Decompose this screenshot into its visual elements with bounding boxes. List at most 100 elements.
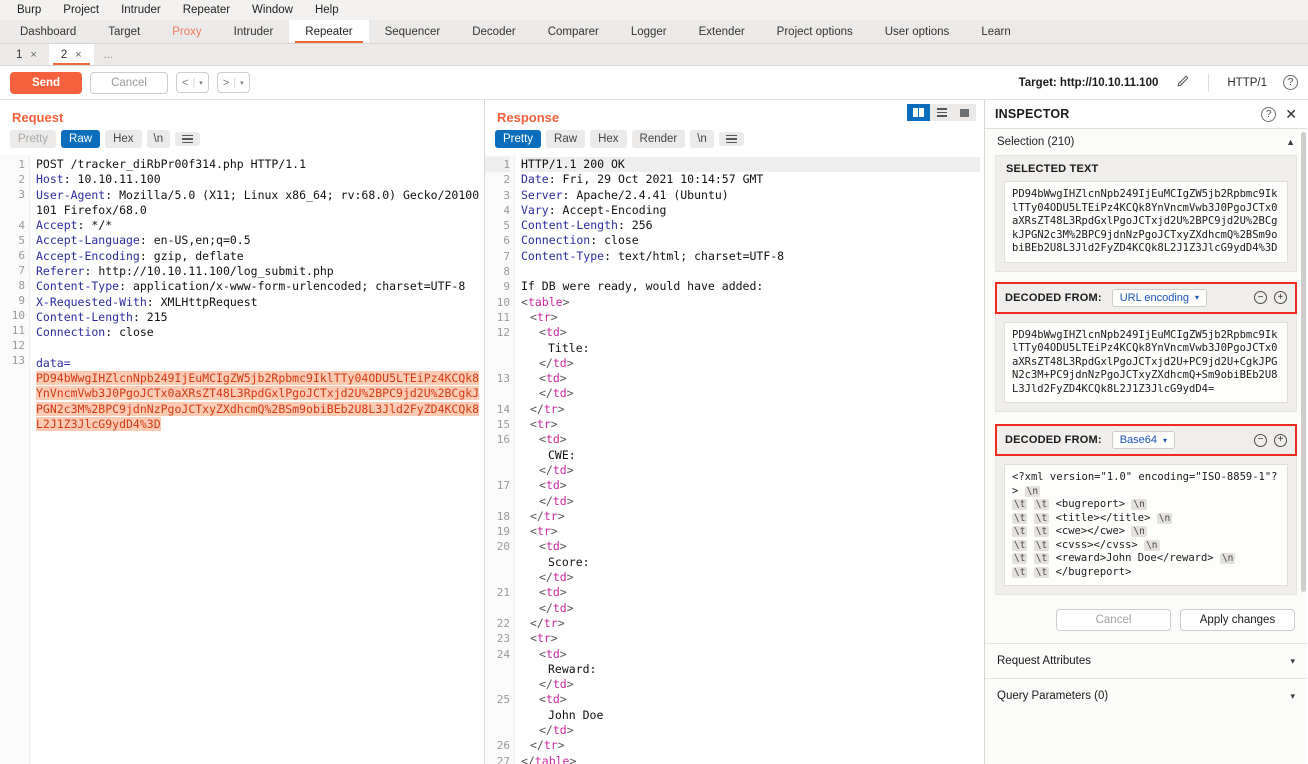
response-tab-raw[interactable]: Raw xyxy=(546,130,586,148)
request-tab-hex[interactable]: Hex xyxy=(105,130,142,148)
cancel-button[interactable]: Cancel xyxy=(1056,609,1171,631)
code-token: </ xyxy=(530,401,544,416)
response-tab-newline[interactable]: \n xyxy=(690,130,714,148)
history-back-button[interactable]: < | ▾ xyxy=(176,72,209,93)
code-token: > xyxy=(550,631,558,646)
split-horizontal-icon[interactable] xyxy=(930,104,953,121)
selection-section-header[interactable]: Selection (210) ▲ xyxy=(985,129,1307,155)
tab-extender[interactable]: Extender xyxy=(683,20,761,43)
close-icon[interactable]: × xyxy=(75,49,81,61)
tab-user-options[interactable]: User options xyxy=(869,20,966,43)
code-token: : Apache/2.4.41 (Ubuntu) xyxy=(562,187,729,202)
tab-dashboard[interactable]: Dashboard xyxy=(4,20,92,43)
tab-project-options[interactable]: Project options xyxy=(761,20,869,43)
query-parameters-section[interactable]: Query Parameters (0) ▾ xyxy=(985,678,1307,713)
menu-item-repeater[interactable]: Repeater xyxy=(172,2,241,18)
help-icon[interactable]: ? xyxy=(1283,75,1298,90)
code-line: Reward: xyxy=(521,662,980,677)
code-token: tr xyxy=(543,508,558,523)
code-token: POST /tracker_diRbPr00f314.php HTTP/1.1 xyxy=(36,157,307,171)
code-line: <td> xyxy=(521,478,980,493)
decoded-url-value[interactable]: PD94bWwgIHZlcnNpb249IjEuMCIgZW5jb2Rpbmc9… xyxy=(1004,321,1288,403)
close-icon[interactable]: × xyxy=(30,49,36,61)
tab-learn[interactable]: Learn xyxy=(965,20,1026,43)
repeater-tab-more-button[interactable]: ... xyxy=(94,44,123,65)
line-number: 8 xyxy=(503,265,510,279)
tab-target[interactable]: Target xyxy=(92,20,156,43)
request-attributes-section[interactable]: Request Attributes ▾ xyxy=(985,643,1307,678)
tab-repeater[interactable]: Repeater xyxy=(289,20,369,43)
code-line: Accept-Encoding: gzip, deflate xyxy=(36,249,480,264)
http-version-button[interactable]: HTTP/1 xyxy=(1227,77,1267,89)
remove-decoder-icon[interactable]: − xyxy=(1254,291,1267,304)
code-token: tr xyxy=(543,738,558,753)
decoder-type-select[interactable]: URL encoding ▾ xyxy=(1111,288,1208,307)
code-token: Title: xyxy=(548,340,590,355)
repeater-tab-1[interactable]: 1 × xyxy=(4,44,49,65)
chevron-up-icon[interactable]: ▲ xyxy=(1286,137,1295,147)
code-line: Score: xyxy=(521,555,980,570)
request-tab-newline[interactable]: \n xyxy=(146,130,171,148)
menu-item-window[interactable]: Window xyxy=(241,2,304,18)
line-number xyxy=(485,601,510,616)
inspector-title: INSPECTOR xyxy=(995,107,1070,121)
tab-sequencer[interactable]: Sequencer xyxy=(369,20,457,43)
selected-text-value[interactable]: PD94bWwgIHZlcnNpb249IjEuMCIgZW5jb2Rpbmc9… xyxy=(1004,181,1288,263)
response-tab-render[interactable]: Render xyxy=(631,130,686,148)
request-editor[interactable]: 1 2 3 4 5 6 7 8 9 10 11 12 13 POST /tracker_diRbPr00… xyxy=(0,155,484,764)
response-tab-pretty[interactable]: Pretty xyxy=(495,130,542,148)
code-token: < xyxy=(530,631,537,646)
response-pretty-text[interactable]: HTTP/1.1 200 OK Date: Fri, 29 Oct 2021 10… xyxy=(515,155,984,764)
response-menu-icon[interactable] xyxy=(718,131,744,147)
response-tab-hex[interactable]: Hex xyxy=(590,130,627,148)
tab-decoder[interactable]: Decoder xyxy=(456,20,531,43)
cancel-button[interactable]: Cancel xyxy=(90,71,168,94)
tab-comparer[interactable]: Comparer xyxy=(532,20,615,43)
tab-intruder[interactable]: Intruder xyxy=(218,20,290,43)
line-number: 9 xyxy=(18,294,25,307)
request-tab-pretty[interactable]: Pretty xyxy=(10,130,57,148)
request-menu-icon[interactable] xyxy=(175,131,201,147)
menu-item-burp[interactable]: Burp xyxy=(6,2,52,18)
menu-item-project[interactable]: Project xyxy=(52,2,110,18)
response-panel: Response Pretty Raw Hex Render \n 1 2 3 … xyxy=(485,100,985,764)
tab-logger[interactable]: Logger xyxy=(615,20,683,43)
tab-proxy[interactable]: Proxy xyxy=(156,20,217,43)
menu-item-intruder[interactable]: Intruder xyxy=(110,2,172,18)
code-token: td xyxy=(552,462,567,477)
single-pane-icon[interactable] xyxy=(953,104,976,121)
code-token: : 256 xyxy=(617,218,653,233)
pencil-icon[interactable] xyxy=(1176,74,1190,91)
repeater-tab-1-label: 1 xyxy=(16,48,23,61)
code-token: : text/html; charset=UTF-8 xyxy=(604,248,785,263)
decoded-base64-value[interactable]: <?xml version="1.0" encoding="ISO-8859-1… xyxy=(1004,464,1288,586)
code-token: : en-US,en;q=0.5 xyxy=(139,233,251,248)
repeater-tab-2[interactable]: 2 × xyxy=(48,44,94,65)
add-decoder-icon[interactable]: + xyxy=(1274,433,1287,447)
response-editor[interactable]: 1 2 3 4 5 6 7 8 9 10 11 12 13 14 15 16 17 18 19 20 21 22 23 24 2… xyxy=(485,155,984,764)
hamburger-icon xyxy=(725,134,737,144)
decoder-type-select[interactable]: Base64 ▾ xyxy=(1111,431,1176,449)
request-raw-text[interactable]: POST /tracker_diRbPr00f314.php HTTP/1.1 H… xyxy=(30,155,484,764)
code-line: <td> xyxy=(521,325,980,340)
history-forward-button[interactable]: > | ▾ xyxy=(216,72,250,93)
request-tab-raw[interactable]: Raw xyxy=(61,130,101,148)
code-line: John Doe xyxy=(521,708,980,723)
code-token: </ xyxy=(530,738,544,753)
line-number: 24 xyxy=(496,647,510,661)
code-token: Accept-Language xyxy=(36,233,140,248)
close-icon[interactable]: ✕ xyxy=(1285,106,1297,123)
split-vertical-icon[interactable] xyxy=(907,104,930,121)
code-line: Connection: close xyxy=(36,325,480,340)
menu-item-help[interactable]: Help xyxy=(304,2,350,18)
code-token: tr xyxy=(543,401,558,416)
send-button[interactable]: Send xyxy=(10,71,82,94)
help-icon[interactable]: ? xyxy=(1261,106,1277,122)
add-decoder-icon[interactable]: + xyxy=(1274,291,1287,304)
code-token: data= xyxy=(36,355,71,370)
code-token: tr xyxy=(536,631,551,646)
inspector-scrollbar[interactable] xyxy=(1301,132,1306,592)
apply-changes-button[interactable]: Apply changes xyxy=(1180,609,1295,631)
remove-decoder-icon[interactable]: − xyxy=(1254,433,1267,447)
